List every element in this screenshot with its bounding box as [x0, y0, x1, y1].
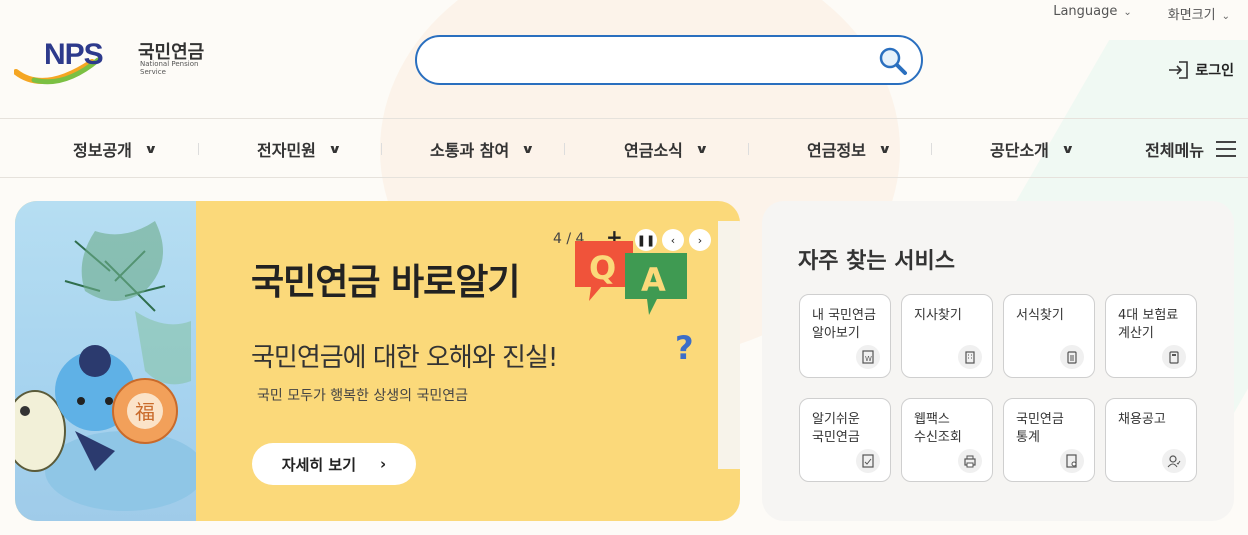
question-mark-icon: ? [675, 329, 694, 367]
service-tile-label: 서식찾기 [1016, 308, 1064, 323]
svg-text:W: W [865, 355, 872, 363]
banner-description: 국민 모두가 행복한 상생의 국민연금 [257, 388, 468, 404]
search-input[interactable] [435, 49, 875, 71]
search-icon[interactable] [877, 45, 909, 77]
nav-item-label: 소통과 참여 [430, 141, 510, 160]
nav-item-participation[interactable]: 소통과 참여 ∨ [430, 137, 535, 161]
service-tile-label: 국민연금 통계 [1016, 412, 1064, 445]
service-tile-my-pension[interactable]: 내 국민연금 알아보기 W [799, 294, 891, 378]
nav-item-e-civil[interactable]: 전자민원 ∨ [257, 137, 342, 161]
services-title: 자주 찾는 서비스 [798, 249, 955, 274]
nav-item-news[interactable]: 연금소식 ∨ [624, 137, 709, 161]
nav-item-label: 연금소식 [624, 141, 683, 160]
nav-item-info[interactable]: 정보공개 ∨ [73, 137, 158, 161]
service-tile-insurance-calculator[interactable]: 4대 보험료 계산기 [1105, 294, 1197, 378]
nps-logo[interactable]: NPS 국민연금 National Pension Service [14, 36, 224, 92]
nav-divider [748, 143, 749, 155]
chevron-down-icon: ∨ [1060, 142, 1075, 156]
main-banner: 福 4 / 4 + ❚❚ ‹ › Q A ? 국민연금 바로알기 국민연금에 대… [15, 201, 740, 521]
next-slide-button[interactable]: › [689, 229, 711, 251]
chevron-down-icon: ∨ [143, 142, 158, 156]
clipboard-icon [1060, 345, 1084, 369]
service-tile-label: 채용공고 [1118, 412, 1166, 427]
service-tile-label: 4대 보험료 계산기 [1118, 308, 1179, 341]
more-button[interactable]: 자세히 보기 › [252, 443, 416, 485]
language-select[interactable]: Language ⌄ [1053, 4, 1132, 23]
service-tile-webfax[interactable]: 웹팩스 수신조회 [901, 398, 993, 482]
service-tile-label: 내 국민연금 알아보기 [812, 308, 876, 341]
nav-item-label: 전자민원 [257, 141, 316, 160]
nav-divider [381, 143, 382, 155]
nav-item-label: 연금정보 [807, 141, 866, 160]
qa-badge-a: A [641, 261, 666, 299]
login-button[interactable]: 로그인 [1167, 60, 1234, 80]
nav-item-pension-info[interactable]: 연금정보 ∨ [807, 137, 892, 161]
language-label: Language [1053, 4, 1118, 19]
font-size-label: 화면크기 [1167, 8, 1216, 23]
service-tile-label: 지사찾기 [914, 308, 962, 323]
qa-bubble-icon: Q A [575, 241, 687, 315]
service-tile-easy-pension[interactable]: 알기쉬운 국민연금 [799, 398, 891, 482]
login-icon [1169, 61, 1189, 79]
more-button-label: 자세히 보기 [281, 455, 357, 474]
font-size-select[interactable]: 화면크기 ⌄ [1168, 4, 1230, 23]
mascot-image: 福 [15, 221, 205, 511]
service-tile-recruitment[interactable]: 채용공고 [1105, 398, 1197, 482]
chevron-down-icon: ∨ [694, 142, 709, 156]
nav-divider [564, 143, 565, 155]
document-check-icon [856, 449, 880, 473]
utility-bar: Language ⌄ 화면크기 ⌄ [1053, 4, 1230, 23]
chevron-down-icon: ∨ [327, 142, 342, 156]
login-label: 로그인 [1195, 63, 1234, 79]
banner-subtitle: 국민연금에 대한 오해와 진실! [251, 343, 558, 373]
search-box [415, 35, 923, 85]
service-tile-statistics[interactable]: 국민연금 통계 [1003, 398, 1095, 482]
document-search-icon [1060, 449, 1084, 473]
mascot-character-text: 福 [135, 400, 155, 424]
frequent-services-panel: 자주 찾는 서비스 내 국민연금 알아보기 W 지사찾기 서식찾기 4대 보험료… [762, 201, 1234, 521]
user-check-icon [1162, 449, 1186, 473]
all-menu-label: 전체메뉴 [1145, 141, 1204, 160]
chevron-right-icon: › [380, 455, 387, 473]
document-won-icon: W [856, 345, 880, 369]
logo-name-en: National Pension Service [140, 60, 199, 76]
nav-item-label: 공단소개 [990, 141, 1049, 160]
chevron-down-icon: ∨ [521, 142, 535, 156]
next-slide-peek [718, 221, 740, 469]
hamburger-icon [1216, 141, 1236, 157]
calculator-icon [1162, 345, 1186, 369]
main-nav: 정보공개 ∨ 전자민원 ∨ 소통과 참여 ∨ 연금소식 ∨ 연금정보 ∨ 공단소개 ∨ 전체… [0, 118, 1248, 178]
chevron-right-icon: › [697, 233, 703, 247]
banner-title: 국민연금 바로알기 [251, 262, 520, 303]
service-tile-label: 알기쉬운 국민연금 [812, 412, 860, 445]
chevron-down-icon: ∨ [877, 142, 892, 156]
mascot-illustration: 福 [15, 201, 205, 521]
service-tile-label: 웹팩스 수신조회 [914, 412, 962, 445]
service-tile-branch-finder[interactable]: 지사찾기 [901, 294, 993, 378]
logo-abbr: NPS [44, 38, 104, 71]
nav-divider [931, 143, 932, 155]
nav-item-label: 정보공개 [73, 141, 132, 160]
chevron-down-icon: ⌄ [1123, 7, 1132, 18]
building-icon [958, 345, 982, 369]
chevron-down-icon: ⌄ [1221, 11, 1230, 22]
nav-divider [198, 143, 199, 155]
all-menu-button[interactable]: 전체메뉴 [1145, 137, 1236, 161]
qa-badge-q: Q [589, 249, 616, 287]
nav-item-about[interactable]: 공단소개 ∨ [990, 137, 1075, 161]
service-tile-form-finder[interactable]: 서식찾기 [1003, 294, 1095, 378]
printer-icon [958, 449, 982, 473]
